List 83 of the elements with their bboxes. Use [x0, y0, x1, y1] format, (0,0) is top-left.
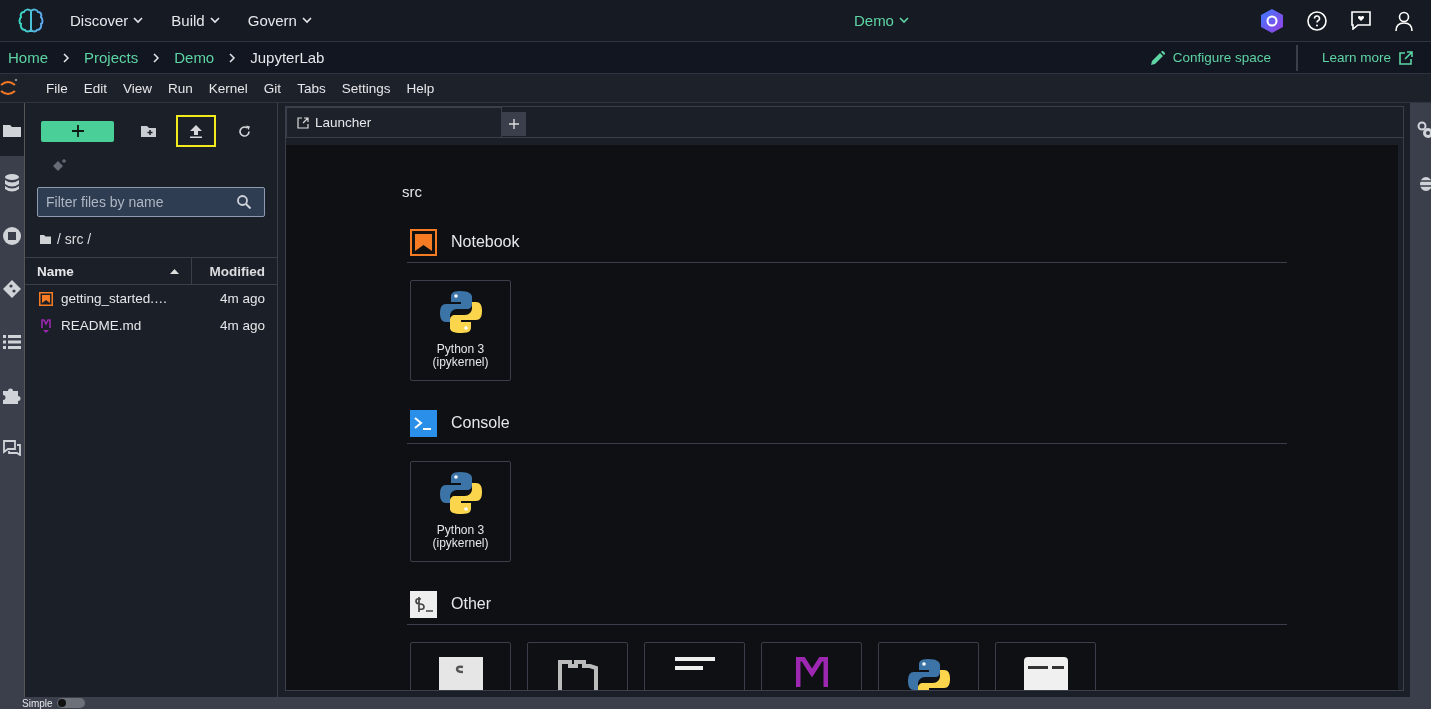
plus-icon: [71, 125, 84, 137]
chevron-icon: [228, 52, 237, 63]
launcher-card[interactable]: Python 3 (ipykernel): [410, 280, 511, 381]
new-button[interactable]: [41, 120, 114, 142]
menu-item[interactable]: Tabs: [289, 80, 334, 96]
project-selector[interactable]: Demo: [663, 12, 909, 29]
menu-item[interactable]: Edit: [75, 80, 116, 96]
terminal-prompt-icon: [410, 590, 437, 618]
add-tab-button[interactable]: [502, 112, 526, 136]
directory-path[interactable]: / src /: [57, 231, 92, 247]
menu-item[interactable]: Help: [398, 80, 443, 96]
learn-more-link[interactable]: Learn more: [1295, 44, 1431, 71]
python-logo-icon: [905, 657, 952, 690]
text-file-icon: [674, 657, 715, 673]
help-icon[interactable]: [1307, 10, 1327, 31]
mode-toggle[interactable]: [56, 698, 85, 708]
menu-item[interactable]: File: [38, 80, 76, 96]
upload-button[interactable]: [176, 115, 216, 147]
section-title: Notebook: [451, 233, 520, 251]
card-label: Python 3 (ipykernel): [431, 524, 490, 550]
launcher-icon: [297, 116, 309, 129]
stop-icon[interactable]: [3, 226, 21, 245]
menu-item[interactable]: Kernel: [200, 80, 256, 96]
search-icon: [237, 195, 251, 209]
plus-icon: [509, 119, 519, 129]
notebook-icon: [410, 228, 437, 256]
folder-icon[interactable]: [40, 234, 51, 244]
breadcrumb-current: JupyterLab: [250, 49, 325, 66]
python-logo-icon: [437, 470, 484, 516]
file-name[interactable]: README.md: [61, 318, 212, 333]
caret-icon: [898, 17, 909, 24]
caret-icon: [301, 17, 312, 24]
directory-heading: src: [402, 183, 423, 200]
window-icon: [1023, 657, 1068, 690]
caret-icon: [133, 17, 144, 24]
mode-label: Simple: [22, 697, 53, 709]
menu-item[interactable]: Git: [255, 80, 290, 96]
section-title: Other: [451, 595, 491, 613]
chat-icon[interactable]: [3, 439, 21, 456]
sort-icon: [170, 268, 179, 274]
external-link-icon: [1399, 50, 1413, 65]
pencil-icon: [1150, 50, 1165, 65]
activity-tab[interactable]: [0, 103, 24, 156]
feedback-icon[interactable]: [1351, 11, 1371, 30]
markdown-icon: [795, 657, 828, 687]
modified-time: 4m ago: [219, 291, 265, 306]
folder-icon[interactable]: [3, 122, 21, 137]
user-icon[interactable]: [1395, 10, 1413, 31]
list-icon[interactable]: [3, 334, 21, 349]
chevron-icon: [62, 52, 70, 63]
refresh-icon: [237, 124, 251, 138]
menu-item[interactable]: View: [115, 80, 161, 96]
chevron-icon: [152, 52, 161, 63]
launcher-card[interactable]: Python 3 (ipykernel): [410, 461, 511, 562]
notebook-file-icon: [39, 291, 53, 306]
nav-menu[interactable]: Govern: [247, 12, 312, 29]
column-header[interactable]: Name: [25, 258, 192, 284]
filter-field[interactable]: Filter files by name: [37, 187, 265, 217]
file-name[interactable]: getting_started.…: [61, 291, 212, 306]
launcher-tab[interactable]: Launcher: [286, 107, 502, 137]
git-icon[interactable]: [3, 279, 21, 298]
nav-menu[interactable]: Discover: [70, 12, 144, 29]
breadcrumb-link[interactable]: Projects: [84, 49, 139, 66]
brain-logo-icon[interactable]: [18, 7, 44, 34]
python-logo-icon: [437, 289, 484, 335]
markdown-file-icon: [39, 318, 53, 333]
breadcrumb-link[interactable]: Home: [8, 49, 48, 66]
new-folder-icon: [140, 125, 156, 137]
gears-icon[interactable]: [1417, 121, 1431, 139]
database-icon[interactable]: [4, 173, 20, 192]
column-header[interactable]: Modified: [192, 258, 277, 284]
card-label: Python 3 (ipykernel): [431, 343, 490, 369]
menu-item[interactable]: Settings: [333, 80, 399, 96]
hexagon-app-icon[interactable]: [1261, 8, 1283, 33]
configure-space-link[interactable]: Configure space: [1125, 50, 1296, 65]
section-title: Console: [451, 414, 510, 432]
upload-icon: [190, 124, 202, 138]
menu-item[interactable]: Run: [160, 80, 201, 96]
nav-menu[interactable]: Build: [171, 12, 220, 29]
caret-icon: [209, 17, 220, 24]
console-icon: [410, 409, 437, 437]
breadcrumb-link[interactable]: Demo: [174, 49, 215, 66]
modified-time: 4m ago: [219, 318, 265, 333]
